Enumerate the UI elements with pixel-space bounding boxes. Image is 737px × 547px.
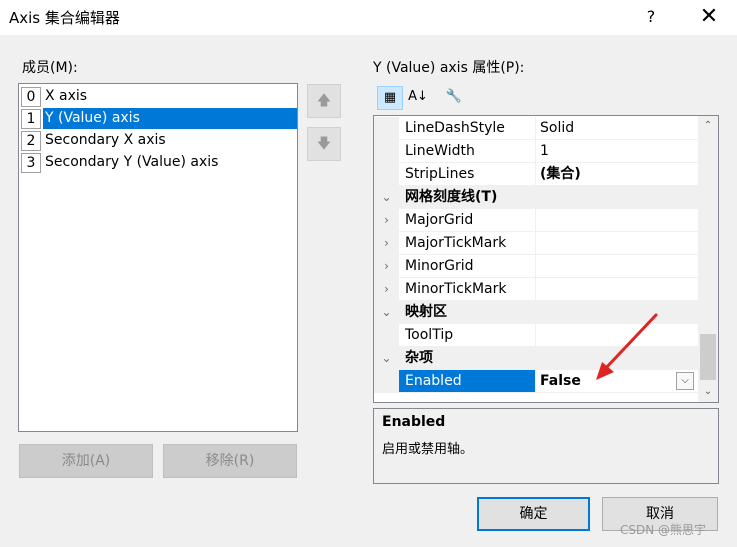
expand-icon[interactable]: ›	[374, 278, 399, 301]
move-up-button[interactable]: 🡅	[307, 84, 341, 118]
item-index: 3	[21, 153, 41, 173]
item-label: Y (Value) axis	[43, 108, 297, 129]
property-name: Enabled	[399, 370, 536, 393]
description-text: 启用或禁用轴。	[382, 442, 474, 457]
remove-button[interactable]: 移除(R)	[163, 444, 297, 478]
property-row[interactable]: › MajorTickMark	[374, 232, 698, 255]
wrench-icon: 🔧	[445, 89, 463, 104]
properties-label: Y (Value) axis 属性(P):	[373, 60, 525, 76]
sort-alpha-icon: A↓	[408, 89, 428, 104]
categorized-view-button[interactable]: ▦	[377, 86, 403, 110]
expand-icon[interactable]: ›	[374, 232, 399, 255]
property-pages-button[interactable]: 🔧	[441, 86, 467, 110]
scroll-up-icon[interactable]: ⌃	[698, 116, 718, 136]
expand-icon[interactable]: ›	[374, 255, 399, 278]
list-item[interactable]: 0 X axis	[21, 86, 297, 107]
item-index: 1	[21, 109, 41, 129]
property-value[interactable]	[536, 278, 698, 301]
title-bar: Axis 集合编辑器 ? ✕	[0, 0, 737, 35]
collapse-icon[interactable]: ⌄	[374, 301, 399, 324]
property-name: StripLines	[399, 163, 536, 186]
add-button[interactable]: 添加(A)	[19, 444, 153, 478]
members-label: 成员(M):	[22, 60, 78, 76]
property-name: LineWidth	[399, 140, 536, 163]
property-name: MajorTickMark	[399, 232, 536, 255]
description-panel: Enabled 启用或禁用轴。	[373, 408, 719, 484]
item-index: 0	[21, 87, 41, 107]
scroll-down-icon[interactable]: ⌄	[698, 382, 718, 402]
property-value[interactable]: (集合)	[536, 163, 698, 186]
arrow-up-icon: 🡅	[316, 93, 332, 109]
description-title: Enabled	[382, 414, 446, 430]
alphabetical-sort-button[interactable]: A↓	[405, 86, 431, 110]
arrow-down-icon: 🡇	[316, 136, 332, 152]
property-row[interactable]: › MajorGrid	[374, 209, 698, 232]
category-row[interactable]: ⌄ 网格刻度线(T)	[374, 186, 698, 209]
property-row[interactable]: › MinorTickMark	[374, 278, 698, 301]
list-item[interactable]: 1 Y (Value) axis	[21, 108, 297, 129]
property-value[interactable]	[536, 255, 698, 278]
property-value[interactable]	[536, 209, 698, 232]
property-name: MinorTickMark	[399, 278, 536, 301]
move-down-button[interactable]: 🡇	[307, 127, 341, 161]
list-item[interactable]: 3 Secondary Y (Value) axis	[21, 152, 297, 173]
expand-icon[interactable]: ›	[374, 209, 399, 232]
property-row[interactable]: LineDashStyle Solid	[374, 117, 698, 140]
members-list[interactable]: 0 X axis 1 Y (Value) axis 2 Secondary X …	[18, 83, 298, 432]
red-arrow-annotation	[596, 313, 658, 380]
property-row[interactable]: › MinorGrid	[374, 255, 698, 278]
collapse-icon[interactable]: ⌄	[374, 347, 399, 370]
property-value[interactable]: Solid	[536, 117, 698, 140]
property-name: MajorGrid	[399, 209, 536, 232]
help-button[interactable]: ?	[636, 4, 666, 30]
ok-button[interactable]: 确定	[477, 497, 590, 531]
property-row[interactable]: LineWidth 1	[374, 140, 698, 163]
categorized-icon: ▦	[383, 90, 397, 105]
category-name: 网格刻度线(T)	[399, 186, 698, 209]
property-name: ToolTip	[399, 324, 536, 347]
list-item[interactable]: 2 Secondary X axis	[21, 130, 297, 151]
scrollbar-thumb[interactable]	[700, 334, 716, 380]
close-button[interactable]: ✕	[694, 4, 724, 30]
property-value[interactable]: 1	[536, 140, 698, 163]
item-label: Secondary Y (Value) axis	[45, 154, 219, 170]
property-name: MinorGrid	[399, 255, 536, 278]
vertical-scrollbar[interactable]: ⌃ ⌄	[698, 116, 718, 402]
item-label: Secondary X axis	[45, 132, 166, 148]
property-row[interactable]: StripLines (集合)	[374, 163, 698, 186]
item-label: X axis	[45, 88, 88, 104]
window-title: Axis 集合编辑器	[9, 9, 120, 27]
property-value[interactable]	[536, 232, 698, 255]
chevron-down-icon[interactable]: ⌵	[676, 372, 694, 390]
watermark: CSDN @熊思宇	[620, 523, 707, 537]
collapse-icon[interactable]: ⌄	[374, 186, 399, 209]
item-index: 2	[21, 131, 41, 151]
property-name: LineDashStyle	[399, 117, 536, 140]
